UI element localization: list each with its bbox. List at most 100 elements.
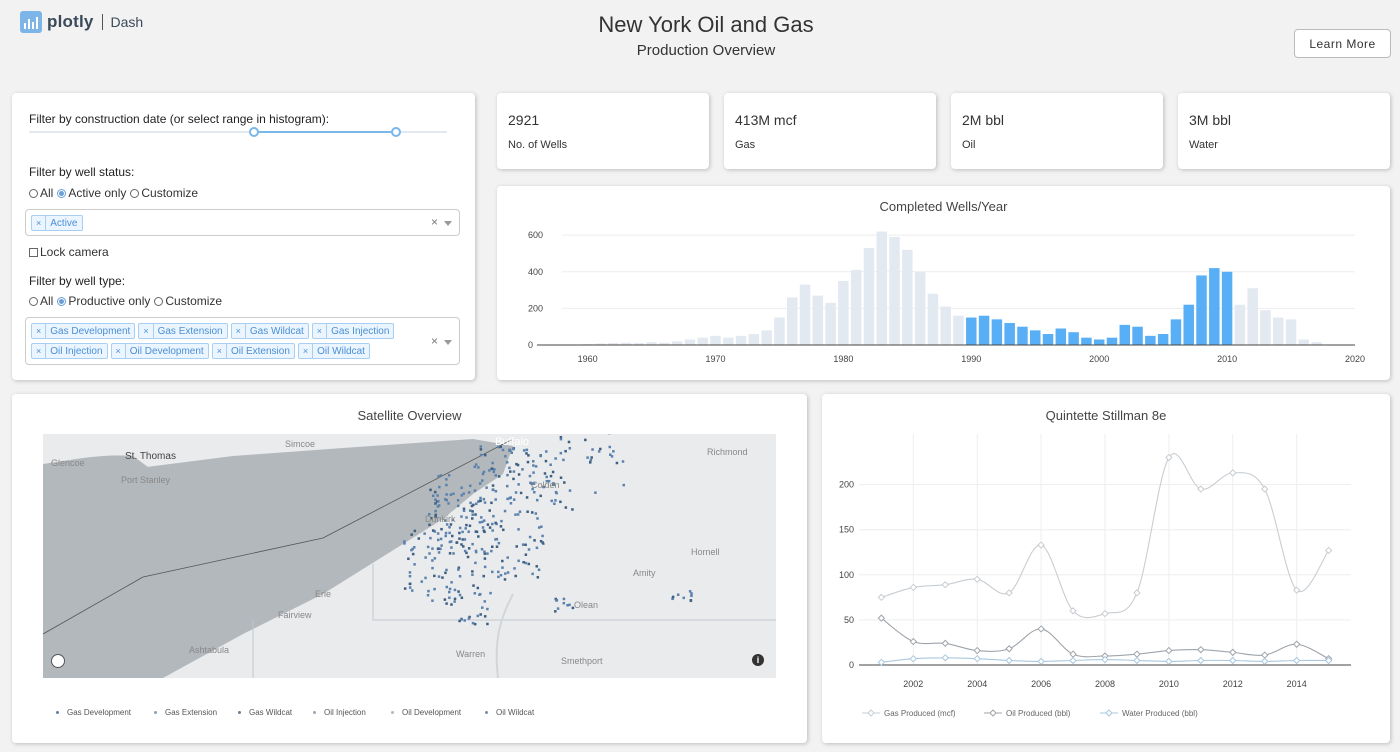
histogram-bar[interactable] <box>850 269 862 345</box>
histogram-bar[interactable] <box>1106 337 1118 345</box>
data-point[interactable] <box>941 639 949 648</box>
data-point[interactable] <box>1197 656 1205 665</box>
data-point[interactable] <box>1197 645 1205 654</box>
histogram-bar[interactable] <box>1209 268 1220 345</box>
data-point[interactable] <box>1165 657 1173 666</box>
legend-item[interactable]: Oil Produced (bbl) <box>984 709 1071 718</box>
histogram-bar[interactable] <box>927 293 939 345</box>
info-icon[interactable]: i <box>752 654 764 666</box>
legend-item[interactable]: Water Produced (bbl) <box>1100 709 1198 718</box>
wells-histogram[interactable]: 0 200 400 600 1960 1970 1980 1990 2000 2010 2020 <box>497 186 1390 380</box>
data-point[interactable] <box>973 646 981 655</box>
data-point[interactable] <box>941 581 949 589</box>
lock-camera-checkbox[interactable]: Lock camera <box>29 245 109 259</box>
type-radio-customize[interactable]: Customize <box>154 294 222 308</box>
histogram-bar[interactable] <box>902 249 913 345</box>
date-range-slider[interactable] <box>29 127 447 137</box>
histogram-bar[interactable] <box>671 341 683 345</box>
histogram-bar[interactable] <box>1132 326 1143 345</box>
histogram-bar[interactable] <box>1093 339 1105 345</box>
histogram-bar[interactable] <box>953 315 964 345</box>
data-point[interactable] <box>877 593 886 602</box>
histogram-bar[interactable] <box>1273 317 1284 345</box>
histogram-bar[interactable] <box>978 315 990 345</box>
histogram-bar[interactable] <box>966 317 977 345</box>
data-point[interactable] <box>877 658 886 667</box>
histogram-bar[interactable] <box>748 334 760 345</box>
histogram-bar[interactable] <box>1221 271 1233 345</box>
chevron-down-icon[interactable] <box>444 221 452 226</box>
data-point[interactable] <box>1101 609 1109 618</box>
remove-tag-icon[interactable]: × <box>213 344 227 358</box>
histogram-bar[interactable] <box>1298 339 1310 345</box>
production-line-chart[interactable]: 0 50 100 150 200 2002 2004 2006 2008 2010 2012 2014… <box>822 394 1390 743</box>
histogram-bar[interactable] <box>1196 275 1207 345</box>
clear-icon[interactable]: × <box>431 334 438 348</box>
legend-item[interactable]: Oil Wildcat <box>485 708 555 717</box>
type-radio-all[interactable]: All <box>29 294 53 308</box>
histogram-bar[interactable] <box>1004 323 1015 345</box>
histogram-bar[interactable] <box>1017 326 1028 345</box>
legend-item[interactable]: Oil Development <box>391 708 485 717</box>
histogram-bar[interactable] <box>1055 328 1067 345</box>
histogram-bar[interactable] <box>825 302 836 345</box>
legend-item[interactable]: Gas Development <box>56 708 154 717</box>
status-multiselect[interactable]: × Active × <box>25 209 460 236</box>
data-point[interactable] <box>1005 656 1013 665</box>
histogram-bar[interactable] <box>991 319 1003 345</box>
data-point[interactable] <box>1292 640 1301 648</box>
data-point[interactable] <box>1037 657 1045 666</box>
learn-more-button[interactable]: Learn More <box>1294 29 1391 58</box>
histogram-bar[interactable] <box>1042 334 1054 345</box>
slider-handle-start[interactable] <box>249 127 259 137</box>
status-radio-customize[interactable]: Customize <box>130 186 198 200</box>
histogram-bar[interactable] <box>876 231 888 345</box>
histogram-bar[interactable] <box>735 335 747 345</box>
data-point[interactable] <box>973 575 981 584</box>
histogram-bar[interactable] <box>838 280 849 345</box>
clear-icon[interactable]: × <box>431 215 438 229</box>
histogram-bar[interactable] <box>940 306 951 345</box>
remove-tag-icon[interactable]: × <box>139 324 154 338</box>
remove-tag-icon[interactable]: × <box>232 324 246 338</box>
histogram-bar[interactable] <box>1234 304 1246 345</box>
histogram-bar[interactable] <box>1029 330 1041 345</box>
remove-tag-icon[interactable]: × <box>32 216 47 230</box>
histogram-bar[interactable] <box>1170 319 1182 345</box>
remove-tag-icon[interactable]: × <box>32 324 47 338</box>
status-radio-all[interactable]: All <box>29 186 53 200</box>
histogram-bar[interactable] <box>710 335 721 345</box>
data-point[interactable] <box>1324 546 1333 555</box>
data-point[interactable] <box>1133 650 1141 658</box>
data-point[interactable] <box>1229 648 1237 657</box>
status-radio-active[interactable]: Active only <box>57 186 126 200</box>
legend-item[interactable]: Gas Wildcat <box>238 708 313 717</box>
histogram-bar[interactable] <box>761 330 772 345</box>
data-point[interactable] <box>973 654 981 663</box>
histogram-bar[interactable] <box>863 247 875 345</box>
histogram-bar[interactable] <box>697 337 708 345</box>
histogram-bar[interactable] <box>1183 304 1194 345</box>
data-point[interactable] <box>1069 650 1077 658</box>
data-point[interactable] <box>1005 645 1013 653</box>
histogram-bar[interactable] <box>1081 337 1092 345</box>
data-point[interactable] <box>1069 656 1077 665</box>
satellite-map[interactable]: Simcoe Buffalo St. Thomas Glencoe Port S… <box>43 434 776 678</box>
histogram-bar[interactable] <box>1157 334 1169 345</box>
mapbox-logo-icon[interactable] <box>51 654 65 668</box>
histogram-bar[interactable] <box>1247 288 1258 345</box>
slider-handle-end[interactable] <box>391 127 401 137</box>
data-point[interactable] <box>1133 589 1141 597</box>
histogram-bar[interactable] <box>1285 319 1297 345</box>
data-point[interactable] <box>909 583 918 592</box>
chevron-down-icon[interactable] <box>444 340 452 345</box>
remove-tag-icon[interactable]: × <box>112 344 126 358</box>
remove-tag-icon[interactable]: × <box>32 344 47 358</box>
data-point[interactable] <box>1197 485 1205 493</box>
histogram-bar[interactable] <box>812 295 824 345</box>
data-point[interactable] <box>909 654 918 663</box>
data-point[interactable] <box>1229 656 1237 665</box>
type-multiselect[interactable]: × Gas Development × Gas Extension × Gas Wildc… <box>25 317 460 365</box>
data-point[interactable] <box>909 637 918 646</box>
histogram-bar[interactable] <box>889 236 900 345</box>
